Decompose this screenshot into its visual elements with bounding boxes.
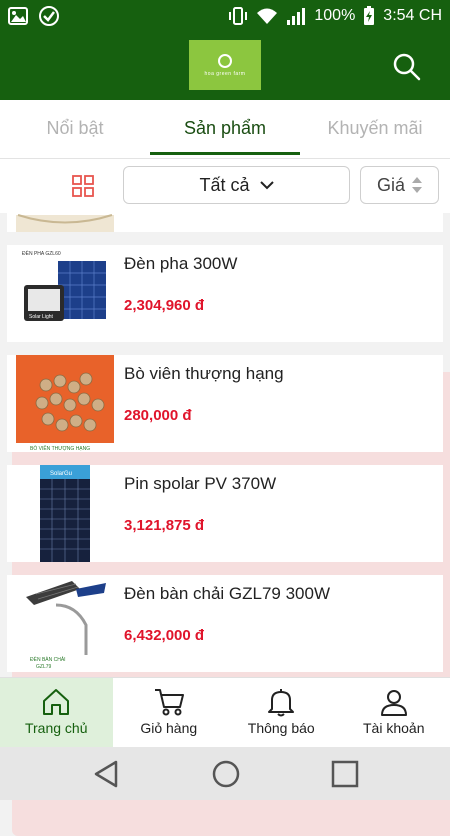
list-item[interactable]: BÒ VIÊN THƯỢNG HẠNG Bò viên thượng hạng … <box>7 355 443 452</box>
sort-label: Giá <box>377 175 405 196</box>
product-thumbnail <box>16 213 114 232</box>
search-icon <box>392 52 422 82</box>
system-navigation-bar <box>0 747 450 800</box>
nav-notifications[interactable]: Thông báo <box>225 678 338 747</box>
logo-mark <box>218 54 232 68</box>
app-header: hoa green farm <box>0 32 450 100</box>
logo-text: hoa green farm <box>205 71 246 77</box>
product-name: Pin spolar PV 370W <box>124 474 276 494</box>
brand-logo[interactable]: hoa green farm <box>189 40 261 90</box>
product-price: 280,000 đ <box>124 407 192 424</box>
product-name: Đèn bàn chải GZL79 300W <box>124 584 330 604</box>
grid-view-button[interactable] <box>64 167 102 205</box>
filter-toolbar: Tất cả Giá <box>0 158 450 213</box>
user-icon <box>379 687 409 717</box>
nav-cart[interactable]: Giỏ hàng <box>113 678 226 747</box>
battery-charging-icon <box>363 6 375 26</box>
tab-products[interactable]: Sản phẩm <box>150 100 300 158</box>
nav-account-label: Tài khoản <box>363 720 424 736</box>
product-price: 3,121,875 đ <box>124 517 204 534</box>
nav-notifications-label: Thông báo <box>248 720 315 736</box>
product-thumbnail: ĐÈN PHA GZL60 Solar Light <box>16 245 114 342</box>
recents-icon[interactable] <box>331 760 359 788</box>
list-item[interactable]: ĐÈN PHA GZL60 Solar Light Đèn pha 300W 2… <box>7 245 443 342</box>
product-thumbnail: ĐÈN BÀN CHẢI GZL79 <box>16 575 114 672</box>
bell-icon <box>267 687 295 717</box>
product-thumbnail: SolarGu <box>16 465 114 562</box>
sort-arrows-icon <box>411 176 423 194</box>
tab-promotions[interactable]: Khuyến mãi <box>300 100 450 158</box>
nav-cart-label: Giỏ hàng <box>140 720 197 736</box>
signal-icon <box>286 7 306 25</box>
clock: 3:54 CH <box>383 7 442 25</box>
product-list: ĐÈN PHA GZL60 Solar Light Đèn pha 300W 2… <box>0 213 450 677</box>
list-item[interactable]: ĐÈN BÀN CHẢI GZL79 Đèn bàn chải GZL79 30… <box>7 575 443 672</box>
image-notification-icon <box>8 7 28 25</box>
image-caption: BÒ VIÊN THƯỢNG HẠNG <box>30 444 90 452</box>
price-sort-button[interactable]: Giá <box>360 166 439 204</box>
nav-home[interactable]: Trang chủ <box>0 678 113 747</box>
product-price: 2,304,960 đ <box>124 297 204 314</box>
nav-home-label: Trang chủ <box>25 720 88 736</box>
status-bar: 100% 3:54 CH <box>0 0 450 32</box>
product-price: 6,432,000 đ <box>124 627 204 644</box>
image-label: Solar Light <box>29 314 54 320</box>
home-icon <box>41 687 71 717</box>
vibrate-icon <box>228 6 248 26</box>
tab-featured[interactable]: Nổi bật <box>0 100 150 158</box>
category-filter-select[interactable]: Tất cả <box>123 166 350 204</box>
image-caption: ĐÈN PHA GZL60 <box>22 250 61 257</box>
list-item[interactable]: SolarGu Pin spolar PV 370W 3,121,875 đ <box>7 465 443 562</box>
product-name: Đèn pha 300W <box>124 254 237 274</box>
filter-value: Tất cả <box>199 175 249 196</box>
chevron-down-icon <box>260 180 274 190</box>
back-icon[interactable] <box>92 759 120 789</box>
nav-account[interactable]: Tài khoản <box>338 678 450 747</box>
wifi-icon <box>256 7 278 25</box>
brand-label: SolarGu <box>50 471 72 477</box>
cart-icon <box>153 687 185 717</box>
battery-percent: 100% <box>314 7 355 25</box>
product-name: Bò viên thượng hạng <box>124 364 284 384</box>
product-thumbnail: BÒ VIÊN THƯỢNG HẠNG <box>16 355 114 452</box>
home-circle-icon[interactable] <box>211 759 241 789</box>
image-caption: ĐÈN BÀN CHẢI <box>30 656 66 663</box>
grid-icon <box>71 174 95 198</box>
search-button[interactable] <box>392 52 422 82</box>
image-caption-2: GZL79 <box>36 664 52 670</box>
category-tabs: Nổi bật Sản phẩm Khuyến mãi <box>0 100 450 158</box>
check-circle-icon <box>38 5 60 27</box>
list-item-partial[interactable] <box>7 213 443 232</box>
bottom-navigation: Trang chủ Giỏ hàng Thông báo Tài khoản <box>0 677 450 747</box>
